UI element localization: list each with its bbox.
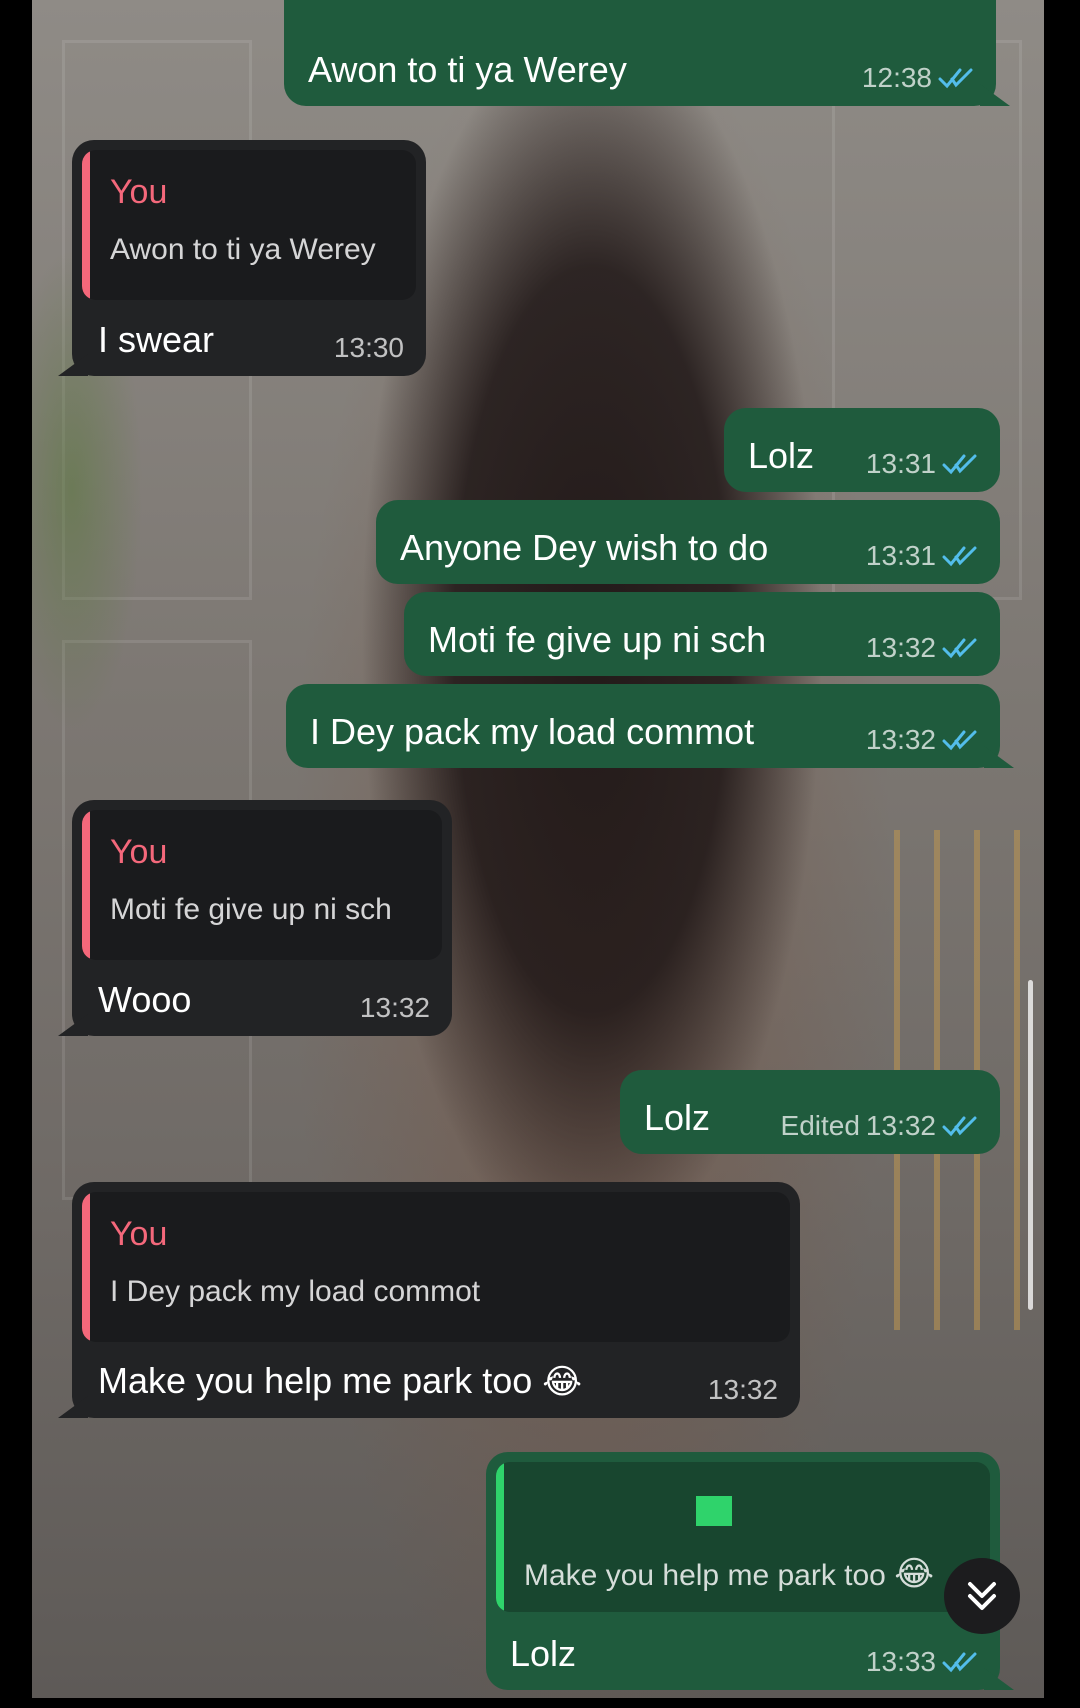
message-text: Moti fe give up ni sch bbox=[428, 619, 767, 660]
quote-bar bbox=[496, 1462, 504, 1612]
message-time: 13:31 bbox=[865, 448, 936, 479]
scroll-to-bottom-button[interactable] bbox=[944, 1558, 1020, 1634]
quote-bar bbox=[82, 810, 90, 960]
message-bubble-outgoing[interactable]: Make you help me park too 😂 Lolz 13:33 bbox=[486, 1452, 1014, 1690]
double-check-icon bbox=[942, 730, 977, 751]
message-time: 13:32 bbox=[707, 1374, 778, 1405]
message-meta: 12:38 bbox=[862, 62, 974, 94]
message-bubble-outgoing[interactable]: Lolz Edited 13:32 bbox=[620, 1070, 1000, 1154]
message-meta: 13:32 bbox=[866, 724, 978, 756]
double-check-icon bbox=[942, 1652, 977, 1673]
message-time: 13:32 bbox=[865, 632, 936, 663]
quote-bar bbox=[82, 1192, 90, 1342]
message-meta: 13:30 bbox=[334, 332, 404, 364]
double-check-icon bbox=[938, 68, 973, 89]
message-bubble-outgoing[interactable]: Anyone Dey wish to do 13:31 bbox=[376, 500, 1000, 584]
message-bubble-outgoing[interactable]: Lolz 13:31 bbox=[724, 408, 1000, 492]
message-text: I swear bbox=[98, 319, 215, 360]
message-meta: 13:32 bbox=[866, 632, 978, 664]
quote-text: Make you help me park too 😂 bbox=[524, 1556, 934, 1594]
laughing-emoji: 😂 bbox=[894, 1555, 934, 1593]
message-meta: Edited 13:32 bbox=[781, 1110, 978, 1142]
message-bubble-incoming[interactable]: You I Dey pack my load commot Make you h… bbox=[58, 1182, 800, 1418]
quote-text-content: Make you help me park too bbox=[524, 1559, 886, 1592]
double-check-icon bbox=[942, 546, 977, 567]
message-meta: 13:31 bbox=[866, 540, 978, 572]
quote-text: Awon to ti ya Werey bbox=[110, 233, 376, 266]
message-text: Lolz bbox=[510, 1633, 577, 1674]
quoted-message[interactable]: You Awon to ti ya Werey bbox=[82, 150, 416, 300]
message-bubble-outgoing[interactable]: Awon to ti ya Werey 12:38 bbox=[284, 0, 1010, 106]
message-meta: 13:32 bbox=[708, 1374, 778, 1406]
message-time: 13:32 bbox=[865, 1110, 936, 1141]
quote-bar bbox=[82, 150, 90, 300]
double-check-icon bbox=[942, 638, 977, 659]
message-time: 13:33 bbox=[865, 1646, 936, 1677]
scrollbar[interactable] bbox=[1028, 980, 1033, 1310]
message-bubble-incoming[interactable]: You Awon to ti ya Werey I swear 13:30 bbox=[58, 140, 426, 376]
message-time: 12:38 bbox=[861, 62, 932, 93]
message-time: 13:30 bbox=[333, 332, 404, 363]
message-meta: 13:32 bbox=[360, 992, 430, 1024]
message-text: Awon to ti ya Werey bbox=[308, 49, 627, 90]
quote-author: You bbox=[110, 173, 168, 211]
quoted-message[interactable]: Make you help me park too 😂 bbox=[496, 1462, 990, 1612]
redacted-author bbox=[696, 1496, 732, 1526]
quote-author: You bbox=[110, 833, 168, 871]
message-time: 13:31 bbox=[865, 540, 936, 571]
quoted-message[interactable]: You I Dey pack my load commot bbox=[82, 1192, 790, 1342]
message-text-content: Make you help me park too bbox=[98, 1360, 533, 1401]
message-text: Anyone Dey wish to do bbox=[400, 527, 769, 568]
message-time: 13:32 bbox=[359, 992, 430, 1023]
double-check-icon bbox=[942, 1116, 977, 1137]
quote-text: I Dey pack my load commot bbox=[110, 1275, 481, 1308]
message-meta: 13:31 bbox=[866, 448, 978, 480]
laughing-emoji: 😂 bbox=[542, 1363, 582, 1401]
message-text: Lolz bbox=[644, 1097, 711, 1138]
quote-text: Moti fe give up ni sch bbox=[110, 893, 392, 926]
message-bubble-outgoing[interactable]: I Dey pack my load commot 13:32 bbox=[286, 684, 1014, 768]
chat-screen: Awon to ti ya Werey 12:38 You Awon to ti… bbox=[0, 0, 1080, 1708]
chevron-double-down-icon bbox=[968, 1582, 996, 1610]
message-bubble-outgoing[interactable]: Moti fe give up ni sch 13:32 bbox=[404, 592, 1000, 676]
message-time: 13:32 bbox=[865, 724, 936, 755]
message-meta: 13:33 bbox=[866, 1646, 978, 1678]
double-check-icon bbox=[942, 454, 977, 475]
message-bubble-incoming[interactable]: You Moti fe give up ni sch Wooo 13:32 bbox=[58, 800, 452, 1036]
edited-label: Edited bbox=[780, 1110, 860, 1141]
quote-author: You bbox=[110, 1215, 168, 1253]
message-text: Make you help me park too 😂 bbox=[98, 1359, 582, 1404]
message-text: Lolz bbox=[748, 435, 815, 476]
message-text: I Dey pack my load commot bbox=[310, 711, 755, 752]
quoted-message[interactable]: You Moti fe give up ni sch bbox=[82, 810, 442, 960]
message-text: Wooo bbox=[98, 979, 192, 1020]
